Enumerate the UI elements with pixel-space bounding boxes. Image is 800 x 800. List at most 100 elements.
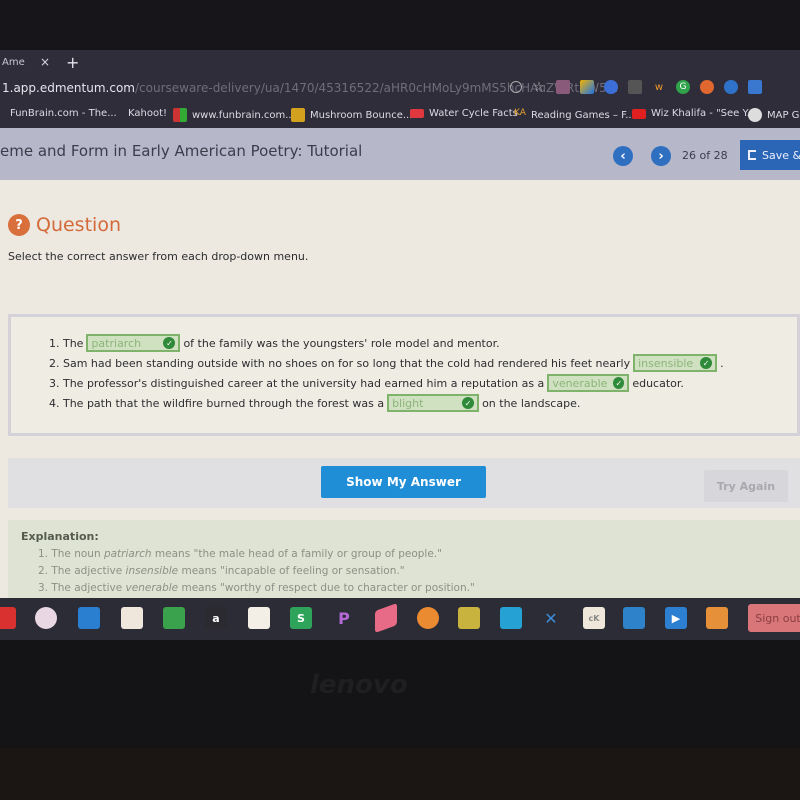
save-label: Save & <box>762 148 800 162</box>
app-lion-icon[interactable] <box>458 607 480 629</box>
app-share-icon[interactable] <box>417 607 439 629</box>
app-pink2-icon[interactable] <box>375 602 397 634</box>
app-play-icon[interactable]: ▶ <box>665 607 687 629</box>
question-box: 1. The patriarch ✓ of the family was the… <box>8 314 800 436</box>
tutorial-header: eme and Form in Early American Poetry: T… <box>0 128 800 180</box>
brand-logo: lenovo <box>310 670 408 700</box>
app-pink-icon[interactable] <box>35 607 57 629</box>
bookmark-item[interactable]: Kahoot! <box>128 108 167 119</box>
bookmark-label: FunBrain.com - The... <box>10 108 117 119</box>
question-item: 2. Sam had been standing outside with no… <box>49 354 724 372</box>
screen-bezel-top <box>0 0 800 50</box>
browser-tabstrip: Ame × + <box>0 50 800 74</box>
explanation-item: 2. The adjective insensible means "incap… <box>38 565 405 577</box>
bookmark-label: Water Cycle Facts <box>429 108 518 119</box>
app-quizlet-icon[interactable]: a <box>205 607 227 629</box>
bookmark-item[interactable]: FunBrain.com - The... <box>10 108 117 119</box>
bookmark-item[interactable]: Wiz Khalifa - "See Y... <box>632 108 756 119</box>
page-counter: 26 of 28 <box>682 149 728 162</box>
question-content: ? Question Select the correct answer fro… <box>0 180 800 600</box>
try-again-button[interactable]: Try Again <box>704 470 788 502</box>
explanation-term: insensible <box>125 565 179 577</box>
ext-shield-icon[interactable] <box>604 80 618 94</box>
drive-icon[interactable] <box>580 80 594 94</box>
ext-box-icon[interactable] <box>628 80 642 94</box>
bookmark-label: Kahoot! <box>128 108 168 119</box>
bookmark-item[interactable]: Mushroom Bounce... <box>291 108 412 122</box>
app-robot-icon[interactable] <box>623 607 645 629</box>
explanation-item: 3. The adjective venerable means "worthy… <box>38 582 475 594</box>
ext-person-icon[interactable] <box>748 80 762 94</box>
chevron-left-icon: ‹ <box>620 148 626 164</box>
bookmark-label: Wiz Khalifa - "See Y... <box>651 108 757 119</box>
bookmark-item[interactable]: MAP Gra <box>748 108 800 122</box>
check-icon: ✓ <box>613 377 625 389</box>
answer-dropdown[interactable]: insensible ✓ <box>633 354 718 372</box>
item-text-after: educator. <box>632 376 684 390</box>
app-chart-icon[interactable] <box>163 607 185 629</box>
ext-1-icon[interactable] <box>556 80 570 94</box>
dropdown-value: insensible <box>638 356 694 370</box>
app-butterfly-icon[interactable]: ✕ <box>540 607 562 629</box>
laptop-bezel-bottom: lenovo <box>0 640 800 800</box>
os-shelf: a S P ✕ cK ▶ Sign out <box>0 598 800 640</box>
bookmark-item[interactable]: Water Cycle Facts <box>410 108 518 119</box>
bookmark-item[interactable]: www.funbrain.com... <box>173 108 295 122</box>
ext-orange-icon[interactable] <box>700 80 714 94</box>
question-mark-icon: ? <box>8 214 30 236</box>
question-item: 1. The patriarch ✓ of the family was the… <box>49 334 500 352</box>
new-tab-button[interactable]: + <box>66 53 79 72</box>
app-heart-icon[interactable] <box>121 607 143 629</box>
previous-button[interactable]: ‹ <box>613 146 633 166</box>
page-title: eme and Form in Early American Poetry: T… <box>0 142 363 160</box>
bookmarks-bar: FunBrain.com - The... Kahoot! www.funbra… <box>0 102 800 128</box>
app-b-icon[interactable] <box>500 607 522 629</box>
tab-title: Ame <box>2 56 25 68</box>
check-icon: ✓ <box>163 337 176 349</box>
answer-dropdown[interactable]: blight ✓ <box>387 394 480 412</box>
item-text-after: on the landscape. <box>482 396 581 410</box>
grammarly-icon[interactable]: G <box>676 80 690 94</box>
app-p-icon[interactable]: P <box>333 607 355 629</box>
explanation-text: 2. The adjective <box>38 565 126 577</box>
answer-dropdown[interactable]: venerable ✓ <box>547 374 630 392</box>
app-books-icon[interactable] <box>78 607 100 629</box>
item-text-before: 2. Sam had been standing outside with no… <box>49 356 631 370</box>
explanation-title: Explanation: <box>21 530 99 543</box>
bookmark-label: MAP Gra <box>767 109 800 121</box>
funbrain-icon <box>173 108 187 122</box>
address-bar[interactable]: 1.app.edmentum.com /courseware-delivery/… <box>0 74 800 102</box>
explanation-text: means "the male head of a family or grou… <box>151 548 442 560</box>
explanation-text: 3. The adjective <box>38 582 126 594</box>
browser-tab[interactable]: Ame × <box>0 55 60 69</box>
sign-out-button[interactable]: Sign out <box>748 604 800 632</box>
chevron-right-icon: › <box>658 148 664 164</box>
bookmark-item[interactable]: KA Reading Games – F... <box>514 108 635 122</box>
ext-blue-icon[interactable] <box>724 80 738 94</box>
star-icon[interactable]: ☆ <box>532 80 546 95</box>
app-nodes-icon[interactable] <box>248 607 270 629</box>
check-icon: ✓ <box>462 397 475 409</box>
wcf-icon <box>410 109 424 118</box>
app-s-icon[interactable]: S <box>290 607 312 629</box>
question-item: 3. The professor's distinguished career … <box>49 374 684 392</box>
app-home-icon[interactable] <box>706 607 728 629</box>
explanation-text: 1. The noun <box>38 548 104 560</box>
target-icon[interactable] <box>510 81 522 93</box>
tab-close-icon[interactable]: × <box>40 55 50 69</box>
app-ck12-icon[interactable]: cK <box>583 607 605 629</box>
keyboard-edge <box>0 748 800 800</box>
extension-icons: ☆ w G <box>510 80 762 95</box>
ext-amazon-icon[interactable]: w <box>652 80 666 94</box>
app-red-icon[interactable] <box>0 607 16 629</box>
answer-dropdown[interactable]: patriarch ✓ <box>86 334 181 352</box>
dropdown-value: blight <box>392 396 424 410</box>
save-exit-button[interactable]: Save & <box>740 140 800 170</box>
bookmark-label: Mushroom Bounce... <box>310 109 413 121</box>
bookmark-label: Reading Games – F... <box>531 109 635 121</box>
item-text-after: of the family was the youngsters' role m… <box>183 336 500 350</box>
dropdown-value: patriarch <box>91 336 142 350</box>
next-button[interactable]: › <box>651 146 671 166</box>
question-instruction: Select the correct answer from each drop… <box>8 250 309 263</box>
show-my-answer-button[interactable]: Show My Answer <box>321 466 486 498</box>
